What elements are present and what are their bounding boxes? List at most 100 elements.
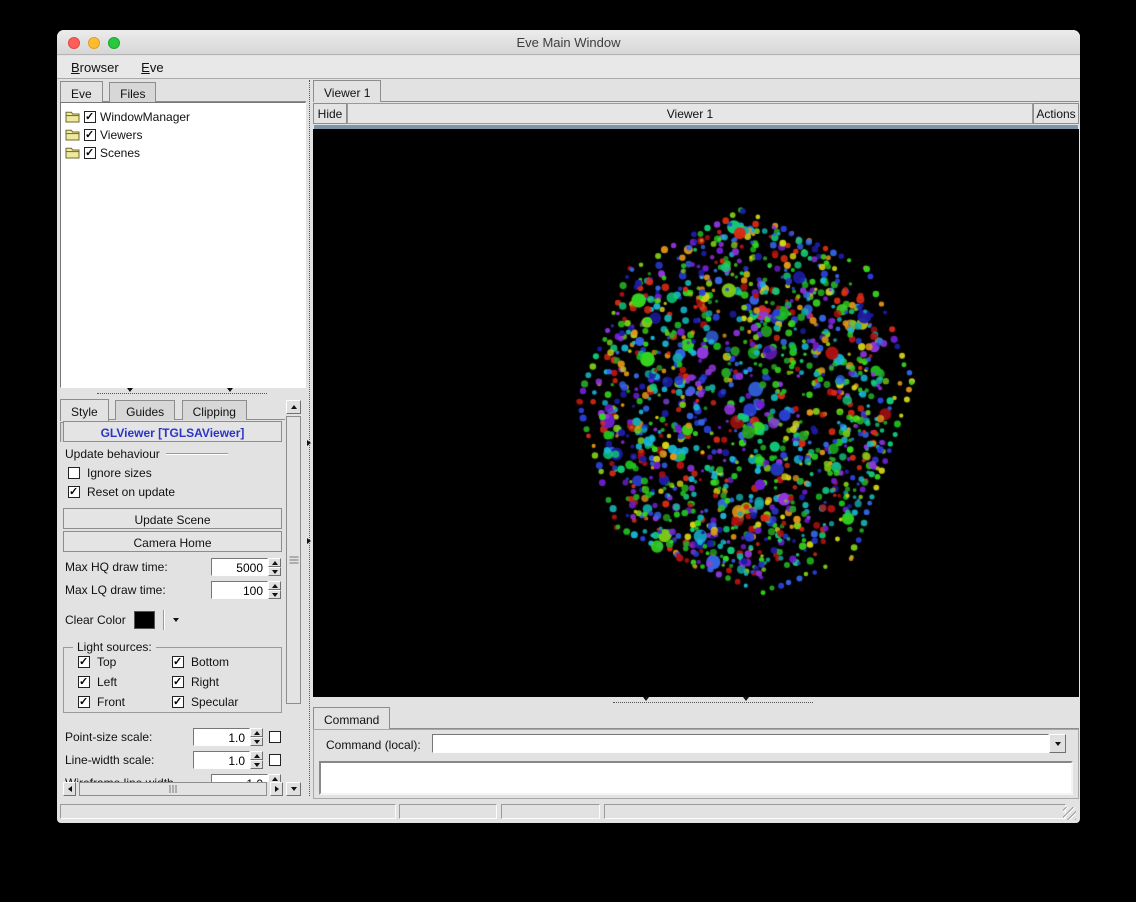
- scrollbar-grip-icon: [169, 785, 177, 793]
- line-width-scale-spinner: 1.0: [193, 751, 263, 769]
- menu-eve[interactable]: Eve: [132, 56, 172, 78]
- status-segment: [60, 804, 396, 819]
- reset-on-update-row: Reset on update: [68, 485, 175, 499]
- light-right-checkbox[interactable]: [172, 675, 184, 688]
- viewer-actions-menu-button[interactable]: Actions: [1033, 103, 1079, 124]
- viewer-header-bar: Hide Viewer 1 Actions: [313, 103, 1079, 124]
- wireframe-line-width-spinner: 1.0: [211, 774, 281, 782]
- reset-on-update-label: Reset on update: [87, 485, 176, 499]
- glviewer-header-button[interactable]: GLViewer [TGLSAViewer]: [63, 421, 282, 442]
- tree-checkbox[interactable]: [84, 146, 96, 159]
- command-combobox: [432, 734, 1066, 753]
- scrollbar-grip-icon: [289, 555, 298, 566]
- tab-viewer-1[interactable]: Viewer 1: [313, 80, 382, 102]
- scroll-right-button[interactable]: [270, 782, 283, 796]
- spin-down-button[interactable]: [250, 737, 263, 746]
- viewer-tab-row: Viewer 1: [313, 80, 1079, 102]
- max-lq-draw-time-value[interactable]: 100: [211, 581, 268, 599]
- light-bottom-label: Bottom: [191, 655, 230, 669]
- tab-guides[interactable]: Guides: [115, 400, 176, 420]
- splitter-arrow-icon: [743, 697, 749, 701]
- spin-down-button[interactable]: [268, 590, 281, 599]
- line-width-scale-label: Line-width scale:: [65, 753, 155, 767]
- spin-up-button[interactable]: [250, 751, 263, 760]
- command-tab-row: Command: [313, 707, 1079, 729]
- splitter-arrow-icon: [307, 538, 311, 544]
- viewer-canvas[interactable]: [313, 129, 1079, 697]
- light-left-checkbox[interactable]: [78, 675, 90, 688]
- tab-clipping[interactable]: Clipping: [181, 400, 247, 420]
- wireframe-line-width-value[interactable]: 1.0: [211, 774, 268, 782]
- scroll-up-button[interactable]: [286, 400, 301, 414]
- spin-up-button[interactable]: [268, 581, 281, 590]
- light-top-checkbox[interactable]: [78, 655, 90, 668]
- tree-item-scenes[interactable]: Scenes: [65, 144, 301, 162]
- style-panel-vscrollbar[interactable]: [286, 400, 301, 796]
- command-horizontal-splitter[interactable]: [613, 697, 813, 703]
- spin-up-button[interactable]: [250, 728, 263, 737]
- light-sources-group: Light sources: Top Bottom Left Right Fro…: [63, 640, 282, 713]
- ignore-sizes-checkbox[interactable]: [68, 467, 80, 479]
- tab-style[interactable]: Style: [60, 399, 109, 421]
- tree-item-windowmanager[interactable]: WindowManager: [65, 108, 301, 126]
- command-dropdown-button[interactable]: [1049, 734, 1066, 753]
- viewer-title-bar: Viewer 1: [347, 103, 1033, 124]
- style-panel: GLViewer [TGLSAViewer] Update behaviour …: [60, 420, 285, 782]
- clear-color-dropdown-arrow-icon[interactable]: [172, 618, 179, 622]
- tab-files[interactable]: Files: [109, 82, 157, 102]
- line-width-scale-value[interactable]: 1.0: [193, 751, 250, 769]
- hide-viewer-button[interactable]: Hide: [313, 103, 347, 124]
- scroll-down-button[interactable]: [286, 782, 301, 796]
- point-size-scale-value[interactable]: 1.0: [193, 728, 250, 746]
- status-segment: [399, 804, 497, 819]
- menu-bar: Browser Eve: [57, 56, 1080, 79]
- light-bottom-checkbox[interactable]: [172, 655, 184, 668]
- spin-up-button[interactable]: [268, 774, 281, 782]
- tree-checkbox[interactable]: [84, 128, 96, 141]
- spin-down-button[interactable]: [250, 760, 263, 769]
- max-hq-draw-time-spinner: 5000: [211, 558, 281, 576]
- tab-eve[interactable]: Eve: [60, 81, 103, 103]
- update-scene-button[interactable]: Update Scene: [63, 508, 282, 529]
- folder-icon: [65, 111, 80, 123]
- eve-main-window: Eve Main Window Browser Eve Eve Files Wi…: [57, 30, 1080, 823]
- command-panel: Command (local):: [313, 729, 1079, 799]
- style-panel-hscrollbar[interactable]: [63, 782, 283, 796]
- main-vertical-splitter[interactable]: [306, 80, 313, 796]
- splitter-dotted-line: [309, 80, 310, 796]
- tree-item-viewers[interactable]: Viewers: [65, 126, 301, 144]
- command-input[interactable]: [432, 734, 1049, 753]
- vscrollbar-thumb[interactable]: [286, 416, 301, 704]
- scroll-left-button[interactable]: [63, 782, 76, 796]
- clear-color-swatch[interactable]: [133, 611, 155, 629]
- spin-down-button[interactable]: [268, 567, 281, 576]
- reset-on-update-checkbox[interactable]: [68, 485, 80, 498]
- splitter-arrow-icon: [643, 697, 649, 701]
- window-title: Eve Main Window: [516, 35, 621, 50]
- light-specular-label: Specular: [191, 695, 239, 709]
- resize-grip-icon[interactable]: [1063, 807, 1076, 820]
- hscrollbar-thumb[interactable]: [79, 782, 267, 796]
- left-horizontal-splitter[interactable]: [97, 388, 267, 394]
- point-size-scale-spinner: 1.0: [193, 728, 263, 746]
- max-hq-draw-time-label: Max HQ draw time:: [65, 560, 168, 574]
- menu-browser[interactable]: Browser: [62, 56, 128, 78]
- tree-checkbox[interactable]: [84, 110, 96, 123]
- ignore-sizes-label: Ignore sizes: [87, 466, 152, 480]
- light-specular-checkbox[interactable]: [172, 695, 184, 708]
- max-hq-draw-time-value[interactable]: 5000: [211, 558, 268, 576]
- spin-up-button[interactable]: [268, 558, 281, 567]
- folder-icon: [65, 147, 80, 159]
- point-size-scale-checkbox[interactable]: [269, 731, 281, 743]
- camera-home-button[interactable]: Camera Home: [63, 531, 282, 552]
- tab-command[interactable]: Command: [313, 707, 391, 729]
- tree-item-label: Scenes: [100, 146, 141, 160]
- status-bar: [57, 801, 1079, 823]
- light-front-checkbox[interactable]: [78, 695, 90, 708]
- line-width-scale-checkbox[interactable]: [269, 754, 281, 766]
- status-segment: [604, 804, 1066, 819]
- ignore-sizes-row: Ignore sizes: [68, 466, 152, 480]
- separator-line: [165, 453, 228, 455]
- command-history-area[interactable]: [319, 761, 1073, 795]
- separator-line: [162, 610, 165, 630]
